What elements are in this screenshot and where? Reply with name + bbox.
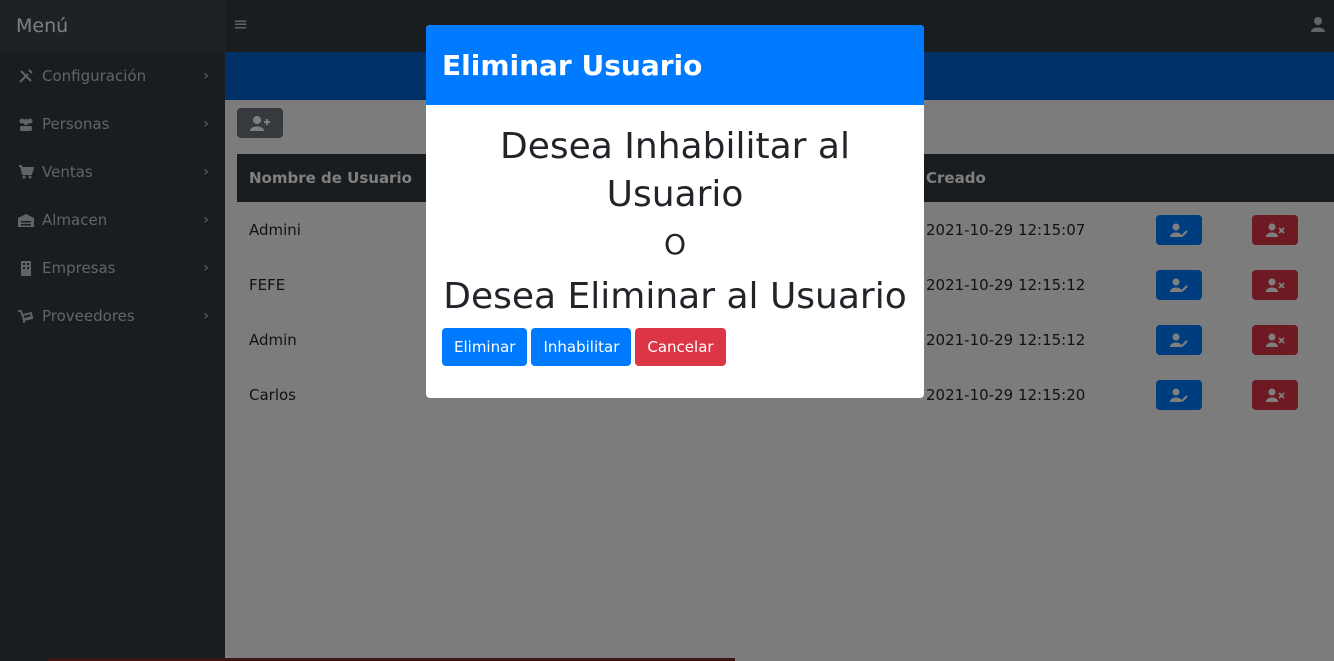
- modal-header: Eliminar Usuario: [426, 25, 924, 105]
- modal-title: Eliminar Usuario: [442, 48, 703, 82]
- disable-question: Desea Inhabilitar al Usuario: [500, 126, 850, 215]
- delete-user-modal: Eliminar Usuario Desea Inhabilitar al Us…: [426, 25, 924, 398]
- delete-button[interactable]: Eliminar: [442, 328, 528, 366]
- cancel-button[interactable]: Cancelar: [635, 328, 726, 366]
- or-separator: O: [663, 228, 687, 261]
- disable-button[interactable]: Inhabilitar: [531, 328, 632, 366]
- modal-actions: Eliminar Inhabilitar Cancelar: [442, 328, 726, 366]
- modal-body: Desea Inhabilitar al Usuario O Desea Eli…: [426, 105, 924, 323]
- delete-question: Desea Eliminar al Usuario: [443, 276, 907, 317]
